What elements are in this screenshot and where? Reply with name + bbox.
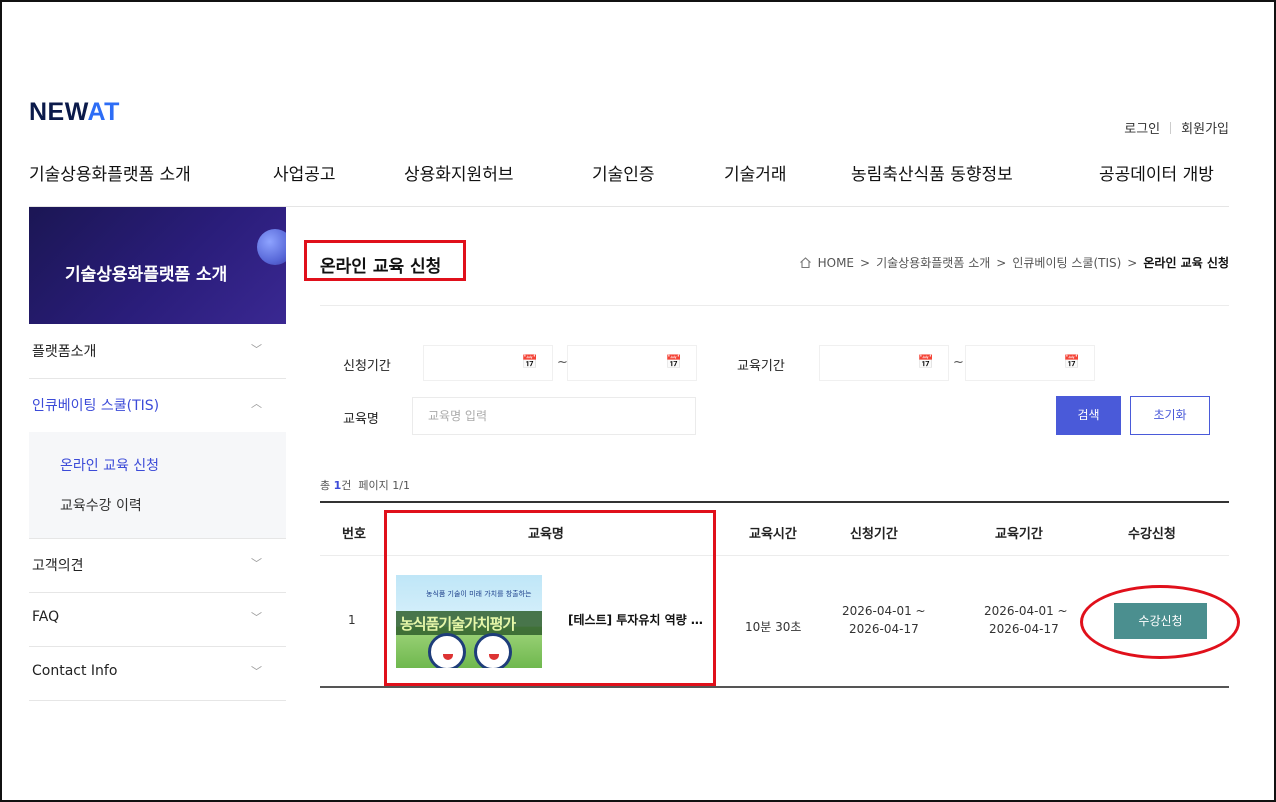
site-logo[interactable]: NEWAT <box>29 98 120 127</box>
sidebar-item-label: 인큐베이팅 스쿨(TIS) <box>32 398 160 414</box>
total-prefix: 총 <box>320 479 331 492</box>
reset-button[interactable]: 초기화 <box>1130 396 1210 435</box>
edu-period-start: 2026-04-01 ~ <box>984 604 1068 618</box>
nav-item-open-data[interactable]: 공공데이터 개방 <box>1099 160 1214 185</box>
nav-item-tech-trade[interactable]: 기술거래 <box>724 160 787 185</box>
breadcrumb: HOME > 기술상용화플랫폼 소개 > 인큐베이팅 스쿨(TIS) > 온라인… <box>799 254 1229 271</box>
column-header-enroll: 수강신청 <box>1128 527 1176 542</box>
sidebar-item-tis[interactable]: 인큐베이팅 스쿨(TIS) ︿ <box>29 378 286 434</box>
edu-end-date-input[interactable]: 📅 <box>965 345 1095 381</box>
submenu-online-edu[interactable]: 온라인 교육 신청 <box>60 455 159 475</box>
nav-item-business-notice[interactable]: 사업공고 <box>273 160 336 185</box>
breadcrumb-sep: > <box>996 255 1007 270</box>
chevron-down-icon: ﹀ <box>251 665 262 678</box>
breadcrumb-home[interactable]: HOME <box>818 256 854 270</box>
result-summary: 총 1건 페이지 1/1 <box>320 477 410 493</box>
page-title: 온라인 교육 신청 <box>320 257 442 277</box>
edu-period-label: 교육기간 <box>737 359 785 374</box>
column-header-edu-period: 교육기간 <box>995 527 1043 542</box>
total-suffix: 건 <box>341 479 352 492</box>
home-icon[interactable] <box>799 256 812 269</box>
sidebar-item-label: 플랫폼소개 <box>32 344 97 360</box>
page-title-highlight: 온라인 교육 신청 <box>304 240 466 281</box>
column-header-no: 번호 <box>342 527 366 542</box>
course-duration: 10분 30초 <box>745 620 802 634</box>
breadcrumb-tis[interactable]: 인큐베이팅 스쿨(TIS) <box>1012 254 1121 271</box>
title-divider <box>320 305 1229 306</box>
logo-main: NEW <box>29 98 88 126</box>
sidebar-item-contact[interactable]: Contact Info ﹀ <box>29 646 286 701</box>
apply-period-start: 2026-04-01 ~ <box>842 604 926 618</box>
chevron-down-icon: ﹀ <box>251 611 262 624</box>
row-number: 1 <box>348 613 356 627</box>
calendar-icon[interactable]: 📅 <box>522 355 538 370</box>
nav-item-support-hub[interactable]: 상용화지원허브 <box>404 160 513 185</box>
chevron-up-icon: ︿ <box>251 397 262 410</box>
sidebar-hero: 기술상용화플랫폼 소개 <box>29 207 286 324</box>
sidebar-item-feedback[interactable]: 고객의견 ﹀ <box>29 538 286 593</box>
table-top-border <box>320 501 1229 503</box>
signup-link[interactable]: 회원가입 <box>1181 118 1229 137</box>
sidebar-submenu: 온라인 교육 신청 교육수강 이력 <box>29 432 286 539</box>
calendar-icon[interactable]: 📅 <box>666 355 682 370</box>
page-info: 페이지 1/1 <box>358 479 410 492</box>
util-divider <box>1170 121 1172 134</box>
login-link[interactable]: 로그인 <box>1124 118 1160 137</box>
table-bottom-border <box>320 686 1229 688</box>
utility-links: 로그인 회원가입 <box>1124 118 1229 137</box>
apply-period-label: 신청기간 <box>343 359 391 374</box>
decorative-orb <box>257 229 286 265</box>
nav-item-trend-info[interactable]: 농림축산식품 동향정보 <box>851 160 1013 185</box>
breadcrumb-sep: > <box>860 255 871 270</box>
calendar-icon[interactable]: 📅 <box>1064 355 1080 370</box>
edu-start-date-input[interactable]: 📅 <box>819 345 949 381</box>
nav-item-tech-cert[interactable]: 기술인증 <box>592 160 655 185</box>
sidebar-item-faq[interactable]: FAQ ﹀ <box>29 592 286 647</box>
sidebar-item-label: FAQ <box>32 609 60 625</box>
apply-period-end: 2026-04-17 <box>849 622 919 636</box>
edu-period-end: 2026-04-17 <box>989 622 1059 636</box>
edu-name-label: 교육명 <box>343 412 379 427</box>
breadcrumb-platform[interactable]: 기술상용화플랫폼 소개 <box>876 254 990 271</box>
column-header-duration: 교육시간 <box>749 527 797 542</box>
sidebar-item-platform[interactable]: 플랫폼소개 ﹀ <box>29 324 286 379</box>
submenu-edu-history[interactable]: 교육수강 이력 <box>60 495 142 515</box>
search-button[interactable]: 검색 <box>1056 396 1121 435</box>
sidebar-item-label: Contact Info <box>32 663 118 679</box>
breadcrumb-current: 온라인 교육 신청 <box>1143 256 1229 270</box>
sidebar-item-label: 고객의견 <box>32 558 84 574</box>
calendar-icon[interactable]: 📅 <box>918 355 934 370</box>
nav-item-platform-intro[interactable]: 기술상용화플랫폼 소개 <box>29 160 191 185</box>
column-header-apply-period: 신청기간 <box>850 527 898 542</box>
global-nav: 기술상용화플랫폼 소개 사업공고 상용화지원허브 기술인증 기술거래 농림축산식… <box>29 160 1229 190</box>
apply-start-date-input[interactable]: 📅 <box>423 345 553 381</box>
chevron-down-icon: ﹀ <box>251 343 262 356</box>
breadcrumb-sep: > <box>1127 255 1138 270</box>
range-tilde: ~ <box>953 355 964 370</box>
course-title-highlight <box>384 510 716 686</box>
enroll-button-highlight <box>1080 585 1240 659</box>
apply-end-date-input[interactable]: 📅 <box>567 345 697 381</box>
logo-accent: AT <box>87 98 120 126</box>
edu-name-input[interactable] <box>412 397 696 435</box>
sidebar-hero-title: 기술상용화플랫폼 소개 <box>65 265 228 285</box>
chevron-down-icon: ﹀ <box>251 557 262 570</box>
